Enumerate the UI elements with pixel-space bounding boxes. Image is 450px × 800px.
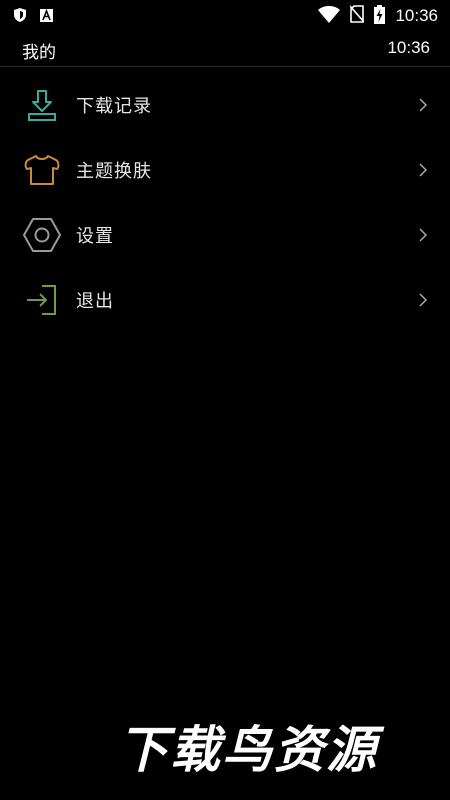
exit-icon (22, 280, 62, 320)
status-bar: 10:36 (0, 0, 450, 32)
status-right-icons: 10:36 (318, 4, 438, 28)
menu-item-label: 设置 (76, 225, 114, 247)
font-a-icon (40, 7, 53, 26)
menu-item-label: 退出 (76, 290, 114, 312)
no-sim-icon (349, 5, 366, 27)
menu-item-settings[interactable]: 设置 (0, 202, 450, 267)
chevron-right-icon (418, 292, 428, 308)
menu-item-label: 下载记录 (76, 95, 152, 117)
menu-list: 下载记录 主题换肤 设置 退出 (0, 72, 450, 332)
download-icon (22, 85, 62, 125)
status-left-icons (14, 7, 53, 26)
status-time: 10:36 (395, 6, 438, 25)
hex-nut-icon (22, 215, 62, 255)
page-title: 我的 (22, 43, 56, 63)
chevron-right-icon (418, 227, 428, 243)
shield-icon (14, 7, 26, 26)
wifi-icon (318, 5, 341, 27)
chevron-right-icon (418, 97, 428, 113)
header-bar: 我的 10:36 (0, 32, 450, 67)
menu-item-logout[interactable]: 退出 (0, 267, 450, 332)
app-screen: 10:36 我的 10:36 下载记录 主题换肤 设置 退出 下载鸟资源 (0, 0, 450, 800)
menu-item-download-records[interactable]: 下载记录 (0, 72, 450, 137)
chevron-right-icon (418, 162, 428, 178)
battery-charging-icon (374, 4, 386, 28)
menu-item-theme-skin[interactable]: 主题换肤 (0, 137, 450, 202)
menu-item-label: 主题换肤 (76, 160, 152, 182)
header-time: 10:36 (387, 38, 430, 57)
watermark-logo: 下载鸟资源 (118, 721, 378, 779)
shirt-icon (22, 150, 62, 190)
